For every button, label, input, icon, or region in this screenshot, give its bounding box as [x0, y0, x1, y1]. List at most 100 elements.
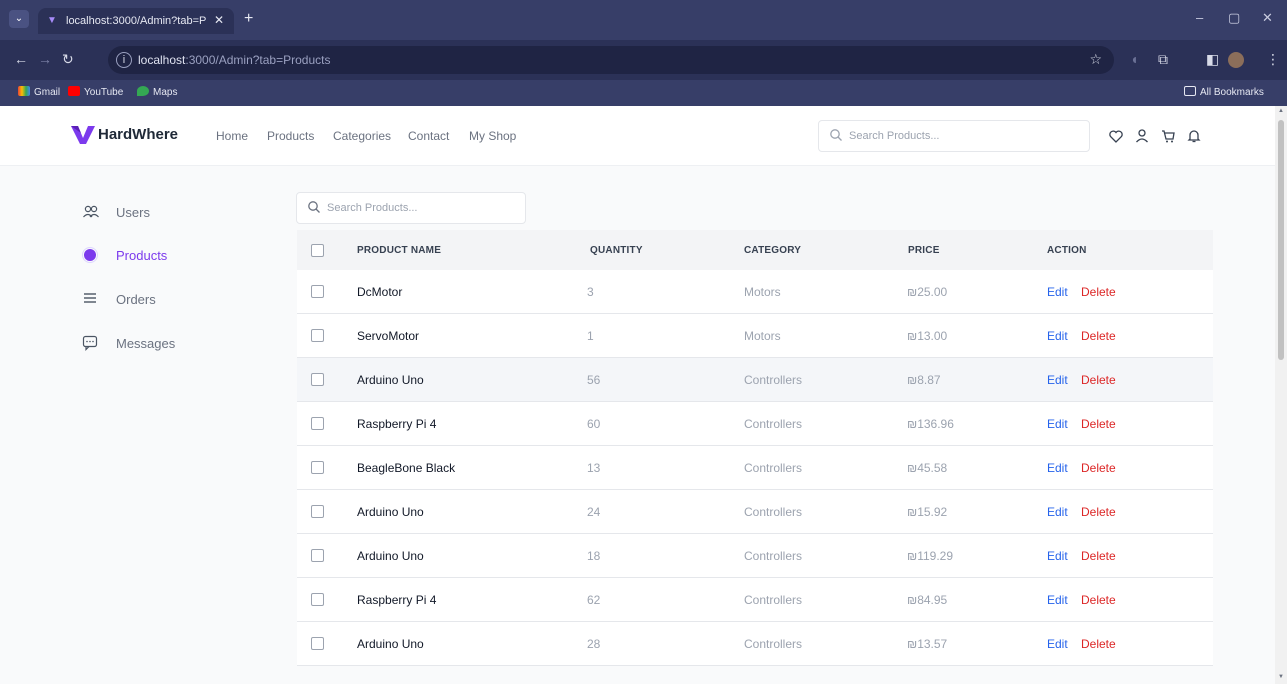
product-name: Raspberry Pi 4 [357, 417, 437, 431]
browser-tab[interactable]: ▼ localhost:3000/Admin?tab=Pro ✕ [38, 8, 234, 34]
back-icon[interactable]: ← [14, 51, 28, 67]
product-category: Motors [744, 329, 781, 343]
product-category: Controllers [744, 461, 803, 475]
row-checkbox[interactable] [311, 637, 324, 650]
search-placeholder: Search Products... [327, 202, 418, 214]
product-price: ₪119.29 [907, 549, 954, 563]
product-name: DcMotor [357, 285, 403, 299]
product-quantity: 56 [587, 373, 601, 387]
url-text: localhost:3000/Admin?tab=Products [138, 53, 331, 67]
delete-button[interactable]: Delete [1081, 637, 1116, 651]
product-quantity: 3 [587, 285, 594, 299]
product-price: ₪13.57 [907, 637, 948, 651]
edit-button[interactable]: Edit [1047, 285, 1068, 299]
edit-button[interactable]: Edit [1047, 505, 1068, 519]
profile-avatar-icon[interactable] [1228, 52, 1244, 68]
table-body: DcMotor 3 Motors ₪25.00 Edit Delete ServoMotor… [297, 270, 1213, 666]
nav-categories[interactable]: Categories [333, 129, 391, 143]
scroll-down-icon[interactable]: ▼ [1278, 674, 1284, 680]
row-checkbox[interactable] [311, 549, 324, 562]
edit-button[interactable]: Edit [1047, 329, 1068, 343]
bookmark-star-icon[interactable]: ☆ [1089, 51, 1102, 68]
edit-button[interactable]: Edit [1047, 637, 1068, 651]
minimize-icon[interactable]: – [1196, 10, 1203, 25]
cart-icon[interactable] [1160, 128, 1176, 144]
users-icon [83, 205, 99, 218]
col-action: ACTION [1047, 245, 1087, 256]
header-search-input[interactable]: Search Products... [818, 120, 1090, 152]
heart-icon[interactable] [1108, 128, 1124, 144]
table-row: ServoMotor 1 Motors ₪13.00 Edit Delete [297, 314, 1213, 358]
product-name: Arduino Uno [357, 637, 424, 651]
bell-icon[interactable] [1186, 128, 1202, 144]
sidebar-item-label: Users [116, 205, 150, 220]
extension-icon[interactable]: ◖ [1130, 51, 1138, 67]
user-icon[interactable] [1134, 128, 1150, 144]
edit-button[interactable]: Edit [1047, 461, 1068, 475]
nav-products[interactable]: Products [267, 129, 314, 143]
row-checkbox[interactable] [311, 461, 324, 474]
row-checkbox[interactable] [311, 505, 324, 518]
close-window-icon[interactable]: ✕ [1262, 10, 1273, 26]
select-all-checkbox[interactable] [311, 244, 324, 257]
search-icon [308, 201, 320, 213]
browser-menu-icon[interactable]: ⋮ [1266, 51, 1280, 68]
row-checkbox[interactable] [311, 417, 324, 430]
row-checkbox[interactable] [311, 373, 324, 386]
product-category: Controllers [744, 373, 803, 387]
page-scrollbar[interactable]: ▲ ▼ [1275, 106, 1287, 684]
edit-button[interactable]: Edit [1047, 549, 1068, 563]
delete-button[interactable]: Delete [1081, 593, 1116, 607]
bookmark-youtube[interactable]: YouTube [68, 86, 123, 98]
list-icon [84, 293, 96, 303]
reload-icon[interactable]: ↻ [62, 51, 74, 68]
site-info-icon[interactable]: i [116, 52, 132, 68]
extensions-puzzle-icon[interactable]: ⧉ [1158, 51, 1168, 68]
row-checkbox[interactable] [311, 329, 324, 342]
hardwhere-logo-icon[interactable] [71, 126, 95, 144]
product-price: ₪84.95 [907, 593, 948, 607]
tab-title: localhost:3000/Admin?tab=Pro [66, 15, 206, 27]
col-product-name: PRODUCT NAME [357, 245, 442, 256]
row-checkbox[interactable] [311, 285, 324, 298]
product-search-input[interactable]: Search Products... [296, 192, 526, 224]
product-category: Controllers [744, 549, 803, 563]
nav-my-shop[interactable]: My Shop [469, 129, 516, 143]
delete-button[interactable]: Delete [1081, 329, 1116, 343]
product-quantity: 60 [587, 417, 601, 431]
side-panel-icon[interactable]: ◧ [1206, 51, 1219, 68]
delete-button[interactable]: Delete [1081, 373, 1116, 387]
col-category: CATEGORY [744, 245, 802, 256]
scrollbar-thumb[interactable] [1278, 120, 1284, 360]
tab-search-button[interactable]: ⌄ [9, 10, 29, 28]
delete-button[interactable]: Delete [1081, 285, 1116, 299]
bookmark-gmail[interactable]: Gmail [18, 86, 60, 98]
edit-button[interactable]: Edit [1047, 593, 1068, 607]
nav-home[interactable]: Home [216, 129, 248, 143]
edit-button[interactable]: Edit [1047, 417, 1068, 431]
bookmark-maps[interactable]: Maps [137, 86, 177, 98]
row-checkbox[interactable] [311, 593, 324, 606]
address-bar[interactable]: i localhost:3000/Admin?tab=Products ☆ [108, 46, 1114, 74]
tab-close-icon[interactable]: ✕ [214, 13, 224, 27]
forward-icon[interactable]: → [38, 51, 52, 67]
scroll-up-icon[interactable]: ▲ [1278, 108, 1284, 114]
edit-button[interactable]: Edit [1047, 373, 1068, 387]
nav-contact[interactable]: Contact [408, 129, 449, 143]
youtube-icon [68, 86, 80, 96]
delete-button[interactable]: Delete [1081, 417, 1116, 431]
all-bookmarks[interactable]: All Bookmarks [1184, 86, 1264, 98]
new-tab-icon[interactable]: + [244, 10, 253, 28]
product-name: BeagleBone Black [357, 461, 456, 475]
delete-button[interactable]: Delete [1081, 505, 1116, 519]
table-row: Arduino Uno 24 Controllers ₪15.92 Edit Delete [297, 490, 1213, 534]
delete-button[interactable]: Delete [1081, 461, 1116, 475]
delete-button[interactable]: Delete [1081, 549, 1116, 563]
favicon-icon: ▼ [47, 15, 57, 26]
product-quantity: 13 [587, 461, 601, 475]
restore-icon[interactable]: ▢ [1228, 10, 1240, 26]
message-icon [82, 335, 98, 351]
brand-name[interactable]: HardWhere [98, 126, 178, 143]
site-navbar: HardWhere Home Products Categories Conta… [0, 106, 1275, 166]
product-category: Controllers [744, 593, 803, 607]
